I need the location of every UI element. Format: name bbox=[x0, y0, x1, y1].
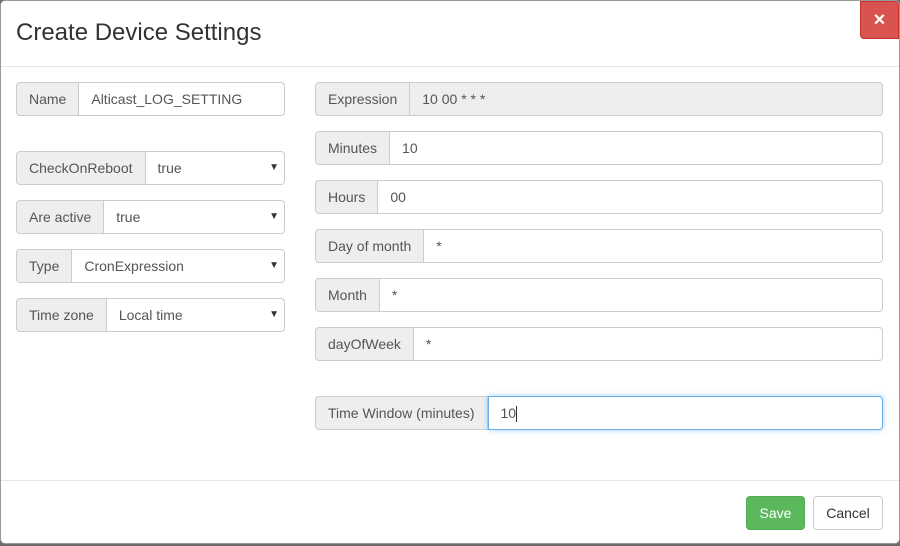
expression-input: 10 00 * * * bbox=[410, 82, 883, 116]
time-window-value: 10 bbox=[500, 405, 517, 421]
modal-title: Create Device Settings bbox=[16, 19, 262, 46]
time-zone-value: Local time bbox=[118, 307, 183, 323]
month-group: Month * bbox=[315, 278, 883, 312]
day-of-week-label: dayOfWeek bbox=[315, 327, 414, 361]
minutes-group: Minutes 10 bbox=[315, 131, 883, 165]
type-group: Type CronExpression ▼ bbox=[16, 249, 285, 283]
are-active-label: Are active bbox=[16, 200, 105, 234]
month-label: Month bbox=[315, 278, 380, 312]
type-select[interactable]: CronExpression ▼ bbox=[72, 249, 285, 283]
hours-label: Hours bbox=[315, 180, 379, 214]
day-of-week-group: dayOfWeek * bbox=[315, 327, 883, 361]
text-cursor bbox=[516, 406, 518, 423]
save-button[interactable]: Save bbox=[746, 496, 805, 530]
are-active-select[interactable]: true ▼ bbox=[104, 200, 285, 234]
day-of-month-group: Day of month * bbox=[315, 229, 883, 263]
name-input[interactable]: Alticast_LOG_SETTING bbox=[79, 82, 285, 116]
modal-header: Create Device Settings × bbox=[1, 1, 899, 67]
close-icon: × bbox=[873, 9, 886, 31]
hours-group: Hours 00 bbox=[315, 180, 883, 214]
type-value: CronExpression bbox=[84, 258, 184, 274]
day-of-month-label: Day of month bbox=[315, 229, 425, 263]
time-window-group: Time Window (minutes) 10 bbox=[315, 396, 883, 430]
expression-label: Expression bbox=[315, 82, 411, 116]
chevron-down-icon: ▼ bbox=[269, 309, 279, 320]
minutes-label: Minutes bbox=[315, 131, 391, 165]
minutes-input[interactable]: 10 bbox=[390, 131, 883, 165]
time-zone-group: Time zone Local time ▼ bbox=[16, 298, 285, 332]
chevron-down-icon: ▼ bbox=[269, 260, 279, 271]
time-zone-select[interactable]: Local time ▼ bbox=[106, 298, 285, 332]
month-input[interactable]: * bbox=[379, 278, 883, 312]
modal-footer: Save Cancel bbox=[1, 480, 899, 543]
time-window-label: Time Window (minutes) bbox=[315, 396, 488, 430]
check-on-reboot-select[interactable]: true ▼ bbox=[145, 151, 285, 185]
name-label: Name bbox=[16, 82, 80, 116]
time-zone-label: Time zone bbox=[16, 298, 107, 332]
check-on-reboot-label: CheckOnReboot bbox=[16, 151, 146, 185]
day-of-week-input[interactable]: * bbox=[413, 327, 883, 361]
close-button[interactable]: × bbox=[860, 1, 899, 39]
cancel-button[interactable]: Cancel bbox=[813, 496, 883, 530]
type-label: Type bbox=[16, 249, 73, 283]
chevron-down-icon: ▼ bbox=[269, 162, 279, 173]
are-active-value: true bbox=[116, 209, 141, 225]
check-on-reboot-group: CheckOnReboot true ▼ bbox=[16, 151, 285, 185]
name-group: Name Alticast_LOG_SETTING bbox=[16, 82, 285, 116]
time-window-input[interactable]: 10 bbox=[487, 396, 883, 430]
expression-group: Expression 10 00 * * * bbox=[315, 82, 883, 116]
are-active-group: Are active true ▼ bbox=[16, 200, 285, 234]
hours-input[interactable]: 00 bbox=[378, 180, 883, 214]
day-of-month-input[interactable]: * bbox=[424, 229, 883, 263]
chevron-down-icon: ▼ bbox=[269, 211, 279, 222]
create-device-settings-modal: Create Device Settings × Name Alticast_L… bbox=[0, 0, 900, 544]
check-on-reboot-value: true bbox=[157, 160, 182, 176]
